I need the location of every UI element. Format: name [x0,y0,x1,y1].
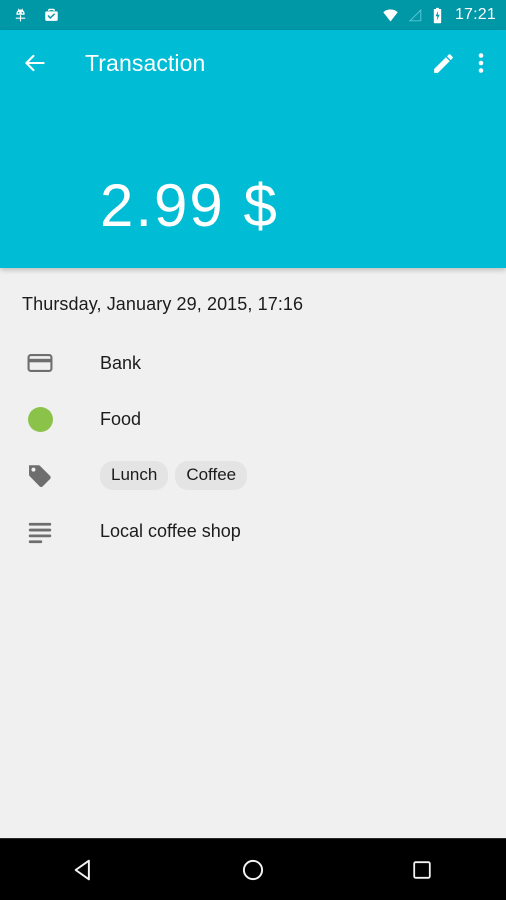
account-label: Bank [100,352,142,373]
note-label: Local coffee shop [100,520,241,541]
tag-icon [22,461,58,489]
back-arrow-icon[interactable] [22,50,48,76]
app-bar: Transaction [0,30,506,96]
credit-card-icon [22,349,58,377]
detail-row-category[interactable]: Food [0,391,506,447]
category-color-dot [22,406,58,432]
detail-row-note[interactable]: Local coffee shop [0,503,506,559]
overflow-menu-icon[interactable] [478,51,484,75]
cellular-signal-icon [408,7,423,24]
android-navigation-bar [0,838,506,900]
back-triangle-icon[interactable] [44,857,124,883]
notes-icon [22,517,58,545]
wifi-icon [382,7,399,24]
app-bar-actions [431,51,492,76]
tag-chip[interactable]: Lunch [100,460,169,490]
tag-chip-list: Lunch Coffee [100,460,248,490]
battery-charging-icon [432,7,443,24]
edit-pencil-icon[interactable] [431,51,456,76]
transaction-date: Thursday, January 29, 2015, 17:16 [22,294,304,314]
home-circle-icon[interactable] [213,857,293,883]
app-screen: 17:21 Transaction 2.99 $ Thursday, Janua… [0,0,506,900]
status-bar: 17:21 [0,0,506,30]
status-bar-right-icons: 17:21 [382,6,496,24]
page-title: Transaction [85,49,206,76]
work-profile-briefcase-icon [43,7,60,24]
transaction-amount: 2.99 $ [100,172,279,239]
tag-chip[interactable]: Coffee [175,460,248,490]
detail-row-tags[interactable]: Lunch Coffee [0,447,506,503]
status-bar-left-icons [12,7,60,24]
adb-debug-icon [12,7,29,24]
transaction-header: Transaction 2.99 $ [0,30,506,268]
transaction-details: Thursday, January 29, 2015, 17:16 Bank F… [0,268,506,559]
category-label: Food [100,408,142,429]
detail-row-account[interactable]: Bank [0,335,506,391]
recents-square-icon[interactable] [382,858,462,882]
status-bar-clock: 17:21 [454,6,496,23]
